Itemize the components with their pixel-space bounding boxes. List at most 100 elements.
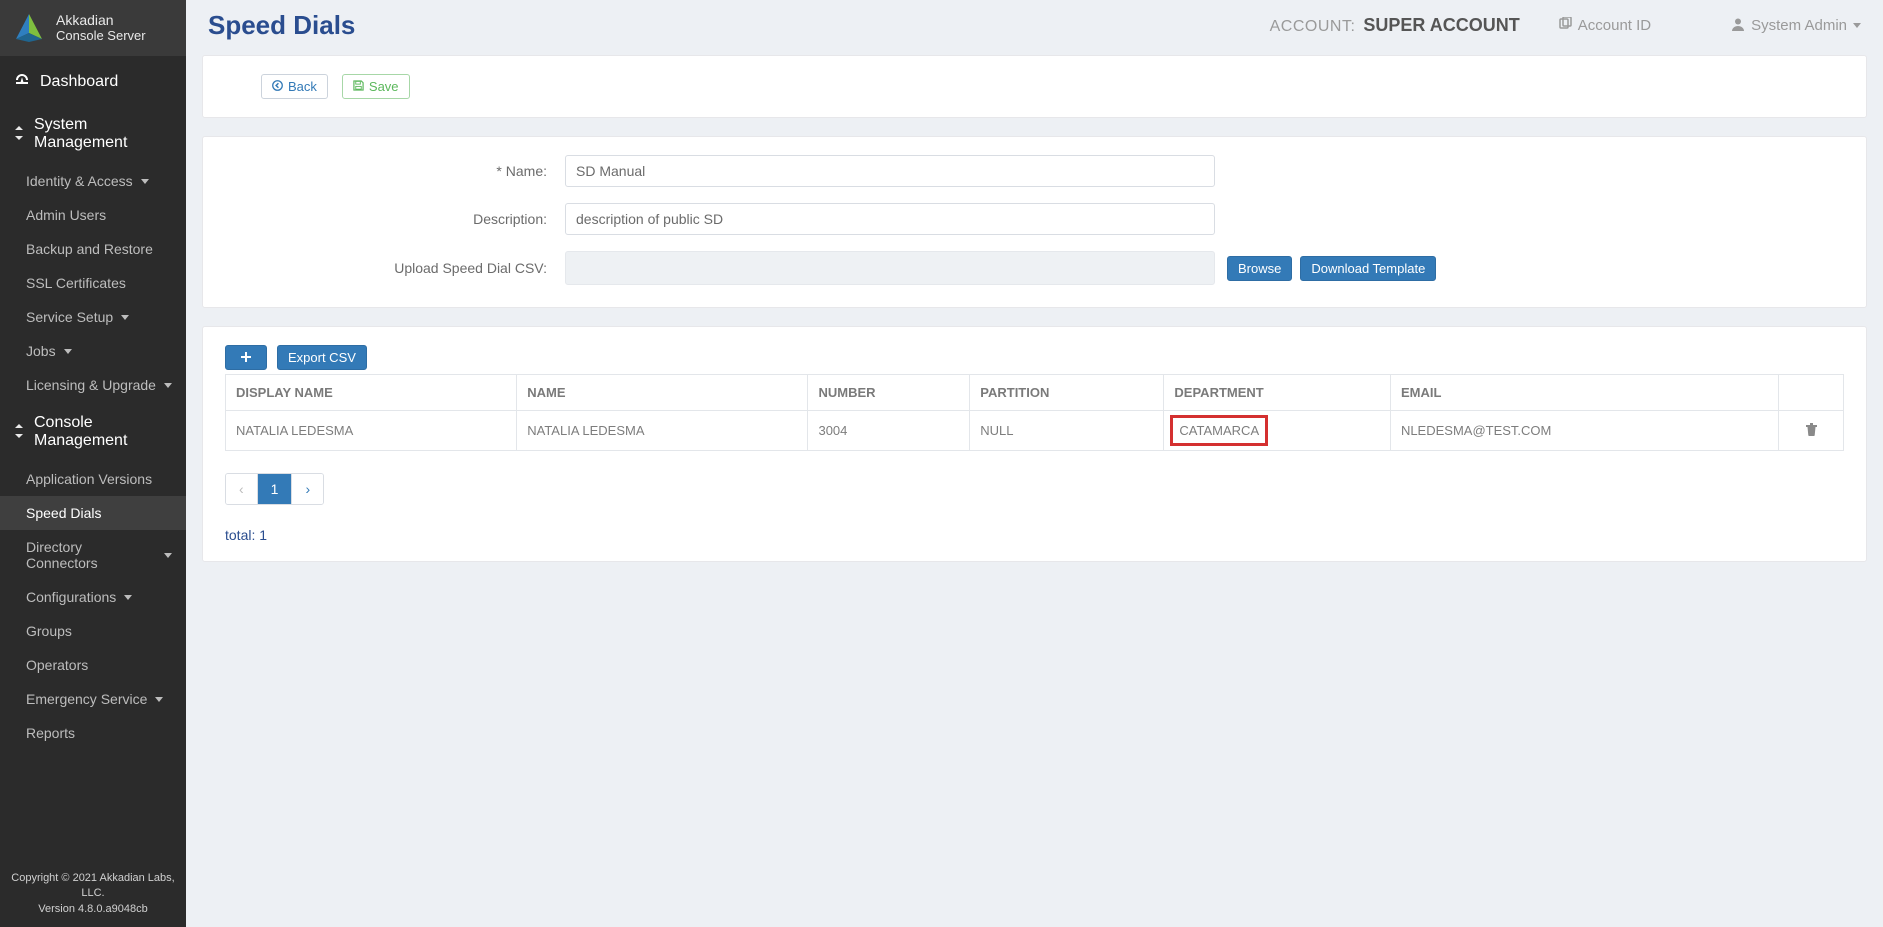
nav-item-label: Emergency Service [26, 691, 147, 707]
chevron-down-icon [124, 595, 132, 600]
page-title: Speed Dials [208, 10, 355, 41]
cell-display-name[interactable]: NATALIA LEDESMA [226, 411, 517, 451]
download-template-label: Download Template [1311, 261, 1425, 276]
dashboard-icon [14, 72, 30, 92]
user-menu-label: System Admin [1751, 17, 1847, 34]
nav-item-admin-users[interactable]: Admin Users [0, 198, 186, 232]
col-name[interactable]: NAME [517, 375, 808, 411]
account-block: ACCOUNT: SUPER ACCOUNT [1270, 15, 1520, 36]
nav-item-label: Application Versions [26, 471, 152, 487]
nav-item-label: Operators [26, 657, 88, 673]
nav-item-label: Speed Dials [26, 505, 102, 521]
nav-item-configurations[interactable]: Configurations [0, 580, 186, 614]
chevron-down-icon [121, 315, 129, 320]
col-department[interactable]: DEPARTMENT [1164, 375, 1391, 411]
account-id-link[interactable]: Account ID [1558, 17, 1651, 34]
nav-dashboard[interactable]: Dashboard [0, 60, 186, 104]
nav-item-backup-restore[interactable]: Backup and Restore [0, 232, 186, 266]
col-number[interactable]: NUMBER [808, 375, 970, 411]
nav-item-reports[interactable]: Reports [0, 716, 186, 750]
brand-logo-icon [12, 11, 46, 45]
nav-item-ssl-certificates[interactable]: SSL Certificates [0, 266, 186, 300]
nav-item-jobs[interactable]: Jobs [0, 334, 186, 368]
name-input[interactable] [565, 155, 1215, 187]
nav-item-label: SSL Certificates [26, 275, 126, 291]
nav-item-label: Backup and Restore [26, 241, 153, 257]
browse-button[interactable]: Browse [1227, 256, 1292, 281]
table-panel: Export CSV DISPLAY NAME NAME NUMBER PART… [202, 326, 1867, 562]
col-partition[interactable]: PARTITION [970, 375, 1164, 411]
download-template-button[interactable]: Download Template [1300, 256, 1436, 281]
page-next[interactable]: › [292, 474, 323, 504]
chevron-down-icon [1853, 23, 1861, 28]
total-count: total: 1 [225, 527, 1844, 543]
back-icon [272, 80, 283, 93]
sidebar: Akkadian Console Server Dashboard System… [0, 0, 186, 927]
speed-dial-table: DISPLAY NAME NAME NUMBER PARTITION DEPAR… [225, 374, 1844, 451]
delete-row-button[interactable] [1805, 424, 1818, 439]
add-row-button[interactable] [225, 345, 267, 370]
nav-item-label: Admin Users [26, 207, 106, 223]
footer-copyright: Copyright © 2021 Akkadian Labs, LLC. [6, 871, 180, 902]
nav-item-label: Reports [26, 725, 75, 741]
cell-partition[interactable]: NULL [970, 411, 1164, 451]
upload-label: Upload Speed Dial CSV: [225, 260, 565, 276]
content: Back Save * Name: Description: [186, 55, 1883, 610]
nav-item-label: Service Setup [26, 309, 113, 325]
cell-number[interactable]: 3004 [808, 411, 970, 451]
chevron-down-icon [64, 349, 72, 354]
nav-item-operators[interactable]: Operators [0, 648, 186, 682]
nav-item-emergency-service[interactable]: Emergency Service [0, 682, 186, 716]
cell-department[interactable]: CATAMARCA [1164, 411, 1391, 451]
nav-item-service-setup[interactable]: Service Setup [0, 300, 186, 334]
page-1[interactable]: 1 [258, 474, 293, 504]
account-label: ACCOUNT: [1270, 18, 1356, 36]
nav-item-identity-access[interactable]: Identity & Access [0, 164, 186, 198]
save-label: Save [369, 79, 399, 94]
back-label: Back [288, 79, 317, 94]
account-name: SUPER ACCOUNT [1363, 15, 1519, 36]
nav-section-title: System Management [34, 116, 172, 152]
nav-item-label: Configurations [26, 589, 116, 605]
nav-dashboard-label: Dashboard [40, 73, 118, 91]
nav-item-directory-connectors[interactable]: Directory Connectors [0, 530, 186, 580]
nav-item-label: Directory Connectors [26, 539, 156, 571]
col-display-name[interactable]: DISPLAY NAME [226, 375, 517, 411]
sidebar-footer: Copyright © 2021 Akkadian Labs, LLC. Ver… [0, 863, 186, 927]
description-input[interactable] [565, 203, 1215, 235]
main: Speed Dials ACCOUNT: SUPER ACCOUNT Accou… [186, 0, 1883, 927]
nav-section-console-management[interactable]: Console Management [0, 402, 186, 462]
save-button[interactable]: Save [342, 74, 410, 99]
cell-department-value: CATAMARCA [1170, 415, 1268, 446]
save-icon [353, 80, 364, 93]
action-panel: Back Save [202, 55, 1867, 118]
page-prev[interactable]: ‹ [226, 474, 258, 504]
cell-email[interactable]: NLEDESMA@TEST.COM [1390, 411, 1778, 451]
chevron-down-icon [155, 697, 163, 702]
col-email[interactable]: EMAIL [1390, 375, 1778, 411]
nav-item-groups[interactable]: Groups [0, 614, 186, 648]
nav-item-label: Licensing & Upgrade [26, 377, 156, 393]
back-button[interactable]: Back [261, 74, 328, 99]
user-menu[interactable]: System Admin [1731, 17, 1861, 34]
nav-item-licensing-upgrade[interactable]: Licensing & Upgrade [0, 368, 186, 402]
name-label: * Name: [225, 163, 565, 179]
nav-section-system-management[interactable]: System Management [0, 104, 186, 164]
col-actions [1779, 375, 1844, 411]
plus-icon [240, 351, 252, 365]
cell-name[interactable]: NATALIA LEDESMA [517, 411, 808, 451]
nav-item-application-versions[interactable]: Application Versions [0, 462, 186, 496]
user-icon [1731, 17, 1745, 34]
chevron-down-icon [164, 553, 172, 558]
pagination: ‹ 1 › [225, 473, 324, 505]
nav-item-speed-dials[interactable]: Speed Dials [0, 496, 186, 530]
sidebar-nav: Dashboard System Management Identity & A… [0, 56, 186, 863]
footer-version: Version 4.8.0.a9048cb [6, 902, 180, 917]
brand-text: Akkadian Console Server [56, 12, 146, 43]
upload-file-field[interactable] [565, 251, 1215, 285]
copy-icon [1558, 17, 1572, 34]
account-id-label: Account ID [1578, 17, 1651, 34]
export-csv-button[interactable]: Export CSV [277, 345, 367, 370]
description-label: Description: [225, 211, 565, 227]
nav-item-label: Identity & Access [26, 173, 133, 189]
